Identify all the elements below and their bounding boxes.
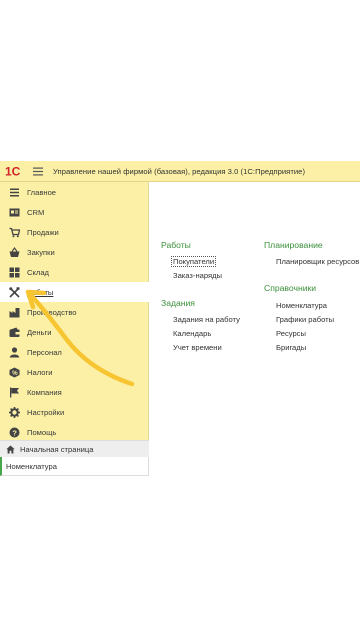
link-time-tracking[interactable]: Учет времени bbox=[173, 343, 222, 352]
svg-text:%: % bbox=[12, 370, 18, 376]
factory-icon bbox=[7, 305, 21, 319]
sidebar-item-label: Настройки bbox=[27, 407, 65, 417]
svg-text:1С: 1С bbox=[5, 165, 21, 179]
main-menu-icon[interactable] bbox=[29, 163, 47, 179]
sidebar-item-label: Склад bbox=[27, 267, 49, 277]
window-title: Управление нашей фирмой (базовая), редак… bbox=[53, 166, 306, 176]
tools-icon bbox=[7, 285, 21, 299]
wallet-icon bbox=[7, 325, 21, 339]
sidebar-item-label: Работы bbox=[27, 287, 54, 297]
link-nomenclature[interactable]: Номенклатура bbox=[276, 301, 327, 310]
sidebar-item-money[interactable]: Деньги bbox=[0, 322, 149, 342]
sidebar-item-personnel[interactable]: Персонал bbox=[0, 342, 149, 362]
link-work-tasks[interactable]: Задания на работу bbox=[173, 315, 240, 324]
sidebar-item-main[interactable]: Главное bbox=[0, 182, 149, 202]
app-window: 1С Управление нашей фирмой (базовая), ре… bbox=[0, 0, 360, 640]
sidebar-item-label: Продажи bbox=[27, 227, 59, 237]
sidebar-item-label: CRM bbox=[27, 207, 45, 217]
sidebar-item-label: Производство bbox=[27, 307, 77, 317]
section-title-tasks: Задания bbox=[161, 298, 195, 308]
svg-text:?: ? bbox=[12, 428, 17, 437]
link-customers[interactable]: Покупатели bbox=[170, 256, 217, 267]
sidebar-item-settings[interactable]: Настройки bbox=[0, 402, 149, 422]
link-brigades[interactable]: Бригады bbox=[276, 343, 306, 352]
sidebar-item-help[interactable]: ? Помощь bbox=[0, 422, 149, 442]
sidebar-item-label: Закупки bbox=[27, 247, 55, 257]
sidebar-item-works[interactable]: Работы bbox=[0, 282, 150, 302]
1c-logo-icon[interactable]: 1С bbox=[4, 163, 26, 179]
title-bar: 1С Управление нашей фирмой (базовая), ре… bbox=[0, 161, 360, 182]
crm-card-icon bbox=[7, 205, 21, 219]
open-window-tab[interactable]: Номенклатура bbox=[0, 457, 149, 476]
link-work-orders[interactable]: Заказ-наряды bbox=[173, 271, 222, 280]
section-title-planning: Планирование bbox=[264, 240, 323, 250]
home-page-label: Начальная страница bbox=[20, 444, 94, 454]
open-window-label: Номенклатура bbox=[6, 461, 57, 471]
sidebar-item-taxes[interactable]: % Налоги bbox=[0, 362, 149, 382]
sidebar-item-crm[interactable]: CRM bbox=[0, 202, 149, 222]
sidebar-item-label: Помощь bbox=[27, 427, 57, 437]
sidebar-item-warehouse[interactable]: Склад bbox=[0, 262, 149, 282]
warehouse-icon bbox=[7, 265, 21, 279]
basket-icon bbox=[7, 245, 21, 259]
gear-icon bbox=[7, 405, 21, 419]
link-resource-planner[interactable]: Планировщик ресурсов bbox=[276, 257, 359, 266]
tax-icon: % bbox=[7, 365, 21, 379]
sidebar-item-sales[interactable]: Продажи bbox=[0, 222, 149, 242]
link-calendar[interactable]: Календарь bbox=[173, 329, 211, 338]
sidebar-item-company[interactable]: Компания bbox=[0, 382, 149, 402]
sidebar-item-label: Налоги bbox=[27, 367, 53, 377]
link-work-schedules[interactable]: Графики работы bbox=[276, 315, 334, 324]
flag-icon bbox=[7, 385, 21, 399]
home-page-tab[interactable]: Начальная страница bbox=[0, 440, 149, 457]
sidebar-item-label: Деньги bbox=[27, 327, 52, 337]
sidebar-item-label: Главное bbox=[27, 187, 57, 197]
sidebar-item-purchases[interactable]: Закупки bbox=[0, 242, 149, 262]
link-resources[interactable]: Ресурсы bbox=[276, 329, 306, 338]
cart-icon bbox=[7, 225, 21, 239]
sidebar: Главное CRM Продажи Закупки Склад Работы… bbox=[0, 182, 150, 442]
help-icon: ? bbox=[7, 425, 21, 439]
sidebar-item-production[interactable]: Производство bbox=[0, 302, 149, 322]
section-title-catalogs: Справочники bbox=[264, 283, 317, 293]
sidebar-item-label: Компания bbox=[27, 387, 62, 397]
home-icon bbox=[6, 445, 15, 454]
section-title-works: Работы bbox=[161, 240, 191, 250]
sidebar-item-label: Персонал bbox=[27, 347, 62, 357]
hamburger-icon bbox=[7, 185, 21, 199]
person-icon bbox=[7, 345, 21, 359]
